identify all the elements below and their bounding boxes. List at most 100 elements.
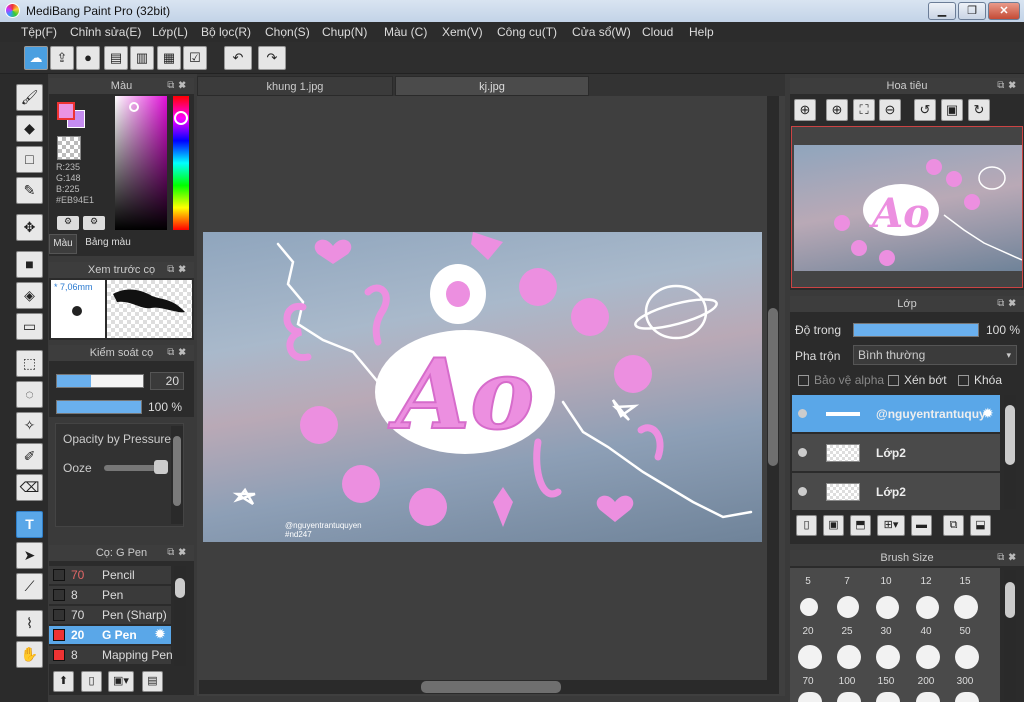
brush-list-scrollbar[interactable] <box>174 566 186 666</box>
panel-float-close-icon[interactable]: ⧉✖ <box>997 78 1020 94</box>
brush-size-40[interactable]: 40 <box>908 626 944 637</box>
brush-size-10[interactable]: 10 <box>868 576 904 587</box>
menu-window[interactable]: Cửa sổ(W) <box>572 25 631 39</box>
brush-size-dot[interactable] <box>916 645 940 669</box>
add-layer-menu-icon[interactable]: ⊞▾ <box>877 515 905 536</box>
brush-size-scrollbar[interactable] <box>1004 570 1016 700</box>
brush-settings-scrollbar[interactable] <box>171 426 183 524</box>
opacity-by-pressure-label[interactable]: Opacity by Pressure <box>63 432 171 446</box>
folder-icon[interactable]: ▬ <box>911 515 932 536</box>
new-brush-icon[interactable]: ▯ <box>81 671 102 692</box>
brush-size-dot[interactable] <box>916 596 939 619</box>
scroll-thumb[interactable] <box>421 681 561 693</box>
brush-size-200[interactable]: 200 <box>908 676 944 687</box>
menu-select[interactable]: Chọn(S) <box>265 25 310 39</box>
layer-row[interactable]: Lớp2 <box>792 434 1000 472</box>
color-mode-icon[interactable]: ⚙ <box>57 216 79 230</box>
panel-float-close-icon[interactable]: ⧉✖ <box>167 262 190 278</box>
zoom-in-icon[interactable]: ⊕ <box>826 99 848 121</box>
brush-size-20[interactable]: 20 <box>790 626 826 637</box>
dot-tool-icon[interactable]: □ <box>16 146 43 173</box>
foreground-color-swatch[interactable] <box>57 102 75 120</box>
brush-size-dot[interactable] <box>876 692 900 702</box>
text-tool-icon[interactable]: T <box>16 511 43 538</box>
zoom-out-icon[interactable]: ⊖ <box>879 99 901 121</box>
merge-layer-icon[interactable]: ⬓ <box>970 515 991 536</box>
saturation-value-picker[interactable] <box>115 96 167 230</box>
lock-checkbox[interactable] <box>958 375 969 386</box>
brush-size-dot[interactable] <box>837 645 861 669</box>
menu-capture[interactable]: Chụp(N) <box>322 25 367 39</box>
brush-size-value[interactable]: 20 <box>150 372 184 390</box>
blend-mode-select[interactable]: Bình thường ▾ <box>853 345 1017 365</box>
brush-size-12[interactable]: 12 <box>908 576 944 587</box>
close-button[interactable]: ✕ <box>988 2 1020 20</box>
panel-float-close-icon[interactable]: ⧉✖ <box>167 545 190 561</box>
reset-view-icon[interactable]: ▣ <box>941 99 963 121</box>
menu-tools[interactable]: Công cụ(T) <box>497 25 557 39</box>
tab-color[interactable]: Màu <box>49 234 77 254</box>
brush-size-dot[interactable] <box>798 645 822 669</box>
color-options-icon[interactable]: ⚙ <box>83 216 105 230</box>
brush-size-50[interactable]: 50 <box>947 626 983 637</box>
scroll-thumb[interactable] <box>768 308 778 466</box>
minimize-button[interactable]: ▁ <box>928 2 956 20</box>
fill-rect-tool-icon[interactable]: ■ <box>16 251 43 278</box>
brush-size-dot[interactable] <box>837 692 861 702</box>
brush-size-7[interactable]: 7 <box>829 576 865 587</box>
panel-float-close-icon[interactable]: ⧉✖ <box>167 78 190 94</box>
layer-opacity-slider[interactable] <box>853 323 979 337</box>
scroll-thumb[interactable] <box>1005 405 1015 465</box>
ooze-slider-handle[interactable] <box>154 460 168 474</box>
layer-row[interactable]: @nguyentrantuquyen✹ <box>792 395 1000 433</box>
eraser-tool-icon[interactable]: ◆ <box>16 115 43 142</box>
new-layer-icon[interactable]: ▯ <box>796 515 817 536</box>
eye-icon[interactable] <box>798 448 807 457</box>
eyedropper-tool-icon[interactable]: ⌇ <box>16 610 43 637</box>
brush-size-150[interactable]: 150 <box>868 676 904 687</box>
lasso-tool-icon[interactable]: ◌ <box>16 381 43 408</box>
brush-size-dot[interactable] <box>800 598 818 616</box>
brush-size-dot[interactable] <box>876 645 900 669</box>
protect-alpha-checkbox[interactable] <box>798 375 809 386</box>
artwork-canvas[interactable]: Ao @nguyentrantuquyen #nd247 <box>203 232 762 542</box>
chat-icon[interactable]: ● <box>76 46 100 70</box>
brush-settings-gear-icon[interactable]: ✹ <box>155 627 165 641</box>
transparent-color-swatch[interactable] <box>57 136 81 160</box>
move-tool-icon[interactable]: ✥ <box>16 214 43 241</box>
upload-icon[interactable]: ⇪ <box>50 46 74 70</box>
rotate-right-icon[interactable]: ↻ <box>968 99 990 121</box>
maximize-button[interactable]: ❐ <box>958 2 986 20</box>
brush-tool-icon[interactable]: 🖌 <box>16 84 43 111</box>
brush-size-dot[interactable] <box>955 692 979 702</box>
tab-palette[interactable]: Bảng màu <box>79 234 137 254</box>
menu-cloud[interactable]: Cloud <box>642 25 673 39</box>
blur-tool-icon[interactable]: ✎ <box>16 177 43 204</box>
scroll-thumb[interactable] <box>175 578 185 598</box>
magic-wand-tool-icon[interactable]: ✧ <box>16 412 43 439</box>
canvas-vertical-scrollbar[interactable] <box>767 96 779 680</box>
menu-help[interactable]: Help <box>689 25 714 39</box>
duplicate-layer-icon[interactable]: ⧉ <box>943 515 964 536</box>
brush-size-dot[interactable] <box>798 692 822 702</box>
brush-size-dot[interactable] <box>955 645 979 669</box>
menu-view[interactable]: Xem(V) <box>442 25 483 39</box>
gradient-tool-icon[interactable]: ▭ <box>16 313 43 340</box>
comment-icon[interactable]: ▤ <box>104 46 128 70</box>
checklist-icon[interactable]: ☑ <box>183 46 207 70</box>
brush-size-70[interactable]: 70 <box>790 676 826 687</box>
hand-tool-icon[interactable]: ✋ <box>16 641 43 668</box>
brush-size-dot[interactable] <box>876 596 899 619</box>
navigator-preview[interactable]: Ao <box>791 126 1023 288</box>
menu-file[interactable]: Tệp(F) <box>21 25 57 39</box>
add-brush-icon[interactable]: ⬆ <box>53 671 74 692</box>
hue-slider-handle[interactable] <box>174 111 188 125</box>
brush-properties-icon[interactable]: ▤ <box>142 671 163 692</box>
layer-settings-gear-icon[interactable]: ✹ <box>982 405 994 422</box>
select-rect-tool-icon[interactable]: ⬚ <box>16 350 43 377</box>
brush-size-25[interactable]: 25 <box>829 626 865 637</box>
eye-icon[interactable] <box>798 487 807 496</box>
select-eraser-tool-icon[interactable]: ⌫ <box>16 474 43 501</box>
new-halftone-layer-icon[interactable]: ▣ <box>823 515 844 536</box>
page-icon[interactable]: ▥ <box>130 46 154 70</box>
